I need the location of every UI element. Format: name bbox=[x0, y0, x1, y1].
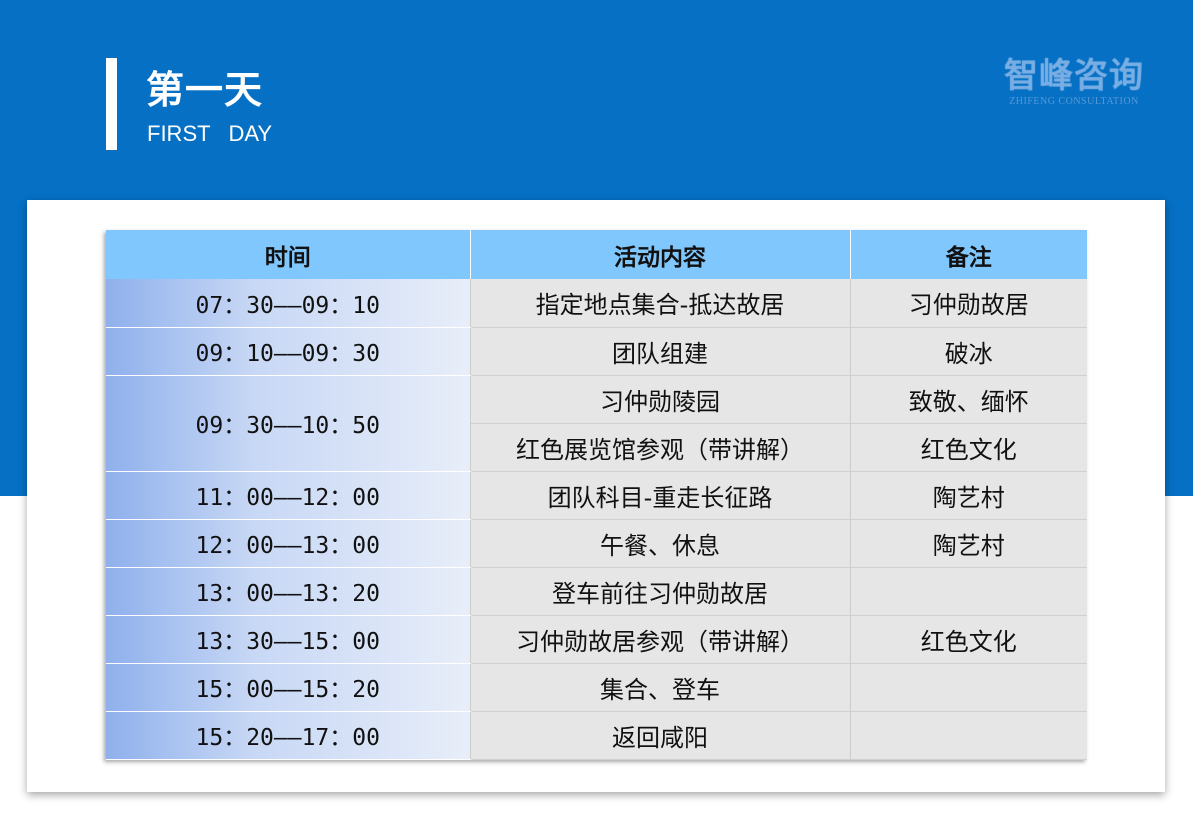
title-accent-bar bbox=[106, 58, 117, 150]
activity-cell: 午餐、休息 bbox=[470, 519, 851, 568]
activity-cell: 习仲勋陵园 bbox=[470, 375, 851, 424]
table-row: 13：30——15：00 习仲勋故居参观（带讲解） 红色文化 bbox=[106, 615, 1087, 664]
note-cell bbox=[850, 663, 1087, 712]
time-cell: 13：00——13：20 bbox=[106, 567, 471, 616]
activity-cell: 团队组建 bbox=[470, 327, 851, 376]
column-header-activity: 活动内容 bbox=[470, 230, 851, 279]
table-row: 11：00——12：00 团队科目-重走长征路 陶艺村 bbox=[106, 471, 1087, 520]
note-cell: 习仲勋故居 bbox=[850, 279, 1087, 328]
table-row: 13：00——13：20 登车前往习仲勋故居 bbox=[106, 567, 1087, 616]
column-header-note: 备注 bbox=[850, 230, 1087, 279]
note-cell bbox=[850, 567, 1087, 616]
note-cell: 破冰 bbox=[850, 327, 1087, 376]
time-cell: 13：30——15：00 bbox=[106, 615, 471, 664]
time-cell: 15：00——15：20 bbox=[106, 663, 471, 712]
note-cell: 致敬、缅怀 bbox=[850, 375, 1087, 424]
time-cell: 11：00——12：00 bbox=[106, 471, 471, 520]
page-title: 第一天 bbox=[146, 68, 264, 112]
activity-cell: 登车前往习仲勋故居 bbox=[470, 567, 851, 616]
table-row: 15：20——17：00 返回咸阳 bbox=[106, 711, 1087, 760]
note-cell: 红色文化 bbox=[850, 615, 1087, 664]
time-cell: 07：30——09：10 bbox=[106, 279, 471, 328]
logo-name-cn: 智峰咨询 bbox=[1004, 56, 1144, 96]
time-cell: 12：00——13：00 bbox=[106, 519, 471, 568]
activity-cell: 红色展览馆参观（带讲解） bbox=[470, 423, 851, 472]
time-cell: 09：30——10：50 bbox=[106, 375, 471, 472]
page-subtitle: FIRST DAY bbox=[147, 121, 273, 146]
schedule-table: 时间 活动内容 备注 07：30——09：10 指定地点集合-抵达故居 习仲勋故… bbox=[106, 230, 1087, 760]
table-row: 12：00——13：00 午餐、休息 陶艺村 bbox=[106, 519, 1087, 568]
activity-cell: 习仲勋故居参观（带讲解） bbox=[470, 615, 851, 664]
note-cell bbox=[850, 711, 1087, 760]
time-cell: 09：10——09：30 bbox=[106, 327, 471, 376]
column-header-time: 时间 bbox=[106, 230, 471, 279]
activity-cell: 返回咸阳 bbox=[470, 711, 851, 760]
time-cell: 15：20——17：00 bbox=[106, 711, 471, 760]
note-cell: 红色文化 bbox=[850, 423, 1087, 472]
activity-cell: 团队科目-重走长征路 bbox=[470, 471, 851, 520]
table-header-row: 时间 活动内容 备注 bbox=[106, 230, 1087, 279]
note-cell: 陶艺村 bbox=[850, 471, 1087, 520]
logo-name-en: ZHIFENG CONSULTATION bbox=[1009, 96, 1139, 107]
activity-cell: 指定地点集合-抵达故居 bbox=[470, 279, 851, 328]
activity-cell: 集合、登车 bbox=[470, 663, 851, 712]
brand-logo: 智峰咨询 ZHIFENG CONSULTATION bbox=[996, 56, 1152, 116]
table-row: 15：00——15：20 集合、登车 bbox=[106, 663, 1087, 712]
table-row: 07：30——09：10 指定地点集合-抵达故居 习仲勋故居 bbox=[106, 279, 1087, 328]
note-cell: 陶艺村 bbox=[850, 519, 1087, 568]
table-row: 09：10——09：30 团队组建 破冰 bbox=[106, 327, 1087, 376]
table-row: 09：30——10：50 习仲勋陵园 致敬、缅怀 bbox=[106, 375, 1087, 472]
